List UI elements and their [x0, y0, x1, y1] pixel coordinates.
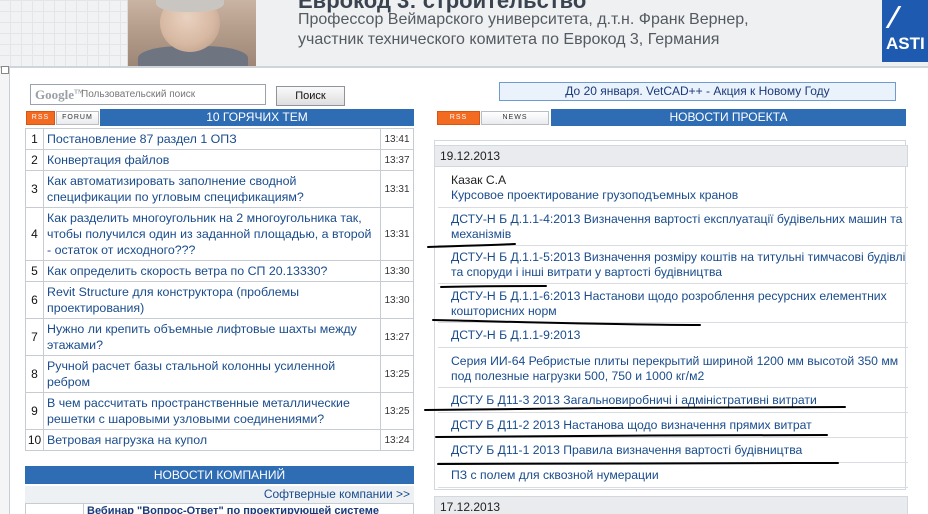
list-item[interactable]: ПЗ с полем для сквозной нумерации: [438, 463, 908, 488]
logo-mark-icon: [885, 6, 928, 28]
banner-portrait-photo: [128, 0, 256, 66]
row-number: 9: [25, 392, 44, 430]
table-row: 1 Постановление 87 раздел 1 ОПЗ 13:41: [25, 128, 414, 150]
row-number: 10: [25, 429, 44, 451]
project-news-header: НОВОСТИ ПРОЕКТА: [551, 109, 906, 126]
software-companies-link[interactable]: Софтверные компании >>: [25, 486, 414, 503]
news-link[interactable]: Серия ИИ-64 Ребристые плиты перекрытий ш…: [451, 354, 908, 384]
list-item[interactable]: ДСТУ Б Д11-3 2013 Загальновиробничі і ад…: [438, 388, 908, 413]
topic-time: 13:30: [380, 260, 414, 282]
topic-time: 13:31: [380, 207, 414, 261]
table-row: 2 Конвертация файлов 13:37: [25, 149, 414, 171]
topic-time: 13:25: [380, 392, 414, 430]
list-item[interactable]: Серия ИИ-64 Ребристые плиты перекрытий ш…: [438, 348, 908, 388]
hot-topics-rss-button[interactable]: RSS: [26, 111, 55, 125]
topic-time: 13:30: [380, 281, 414, 319]
left-frame-bar: [0, 68, 10, 514]
topic-time: 13:31: [380, 170, 414, 208]
news-link[interactable]: ДСТУ Б Д11-1 2013 Правила визначення вар…: [451, 443, 908, 458]
news-link[interactable]: ДСТУ-Н Б Д.1.1-6:2013 Настанови щодо роз…: [451, 289, 908, 319]
row-number: 7: [25, 318, 44, 356]
table-row: 8 Ручной расчет базы стальной колонны ус…: [25, 355, 414, 393]
banner-subtitle-line-2: участник технического комитета по Евроко…: [298, 31, 720, 48]
google-logo: GoogleTM: [35, 87, 84, 102]
project-news-news-button[interactable]: NEWS: [481, 111, 549, 125]
company-news-title[interactable]: Вебинар "Вопрос-Ответ" по проектирующей …: [87, 505, 379, 514]
company-news-item[interactable]: Вебинар "Вопрос-Ответ" по проектирующей …: [25, 503, 414, 514]
list-item[interactable]: ДСТУ-Н Б Д.1.1-4:2013 Визначення вартост…: [438, 208, 908, 246]
banner-fade: [256, 0, 296, 66]
row-number: 6: [25, 281, 44, 319]
row-number: 8: [25, 355, 44, 393]
topic-time: 13:25: [380, 355, 414, 393]
promo-link[interactable]: До 20 января. VetCAD++ - Акция к Новому …: [499, 82, 896, 101]
topic-time: 13:27: [380, 318, 414, 356]
topic-link[interactable]: Как автоматизировать заполнение сводной …: [43, 170, 381, 208]
row-number: 5: [25, 260, 44, 282]
banner-subtitle-line-1: Профессор Веймарского университета, д.т.…: [298, 11, 749, 28]
topic-link[interactable]: Ветровая нагрузка на купол: [43, 429, 381, 451]
topic-link[interactable]: Постановление 87 раздел 1 ОПЗ: [43, 128, 381, 150]
topic-link[interactable]: В чем рассчитать пространственные металл…: [43, 392, 381, 430]
topic-link[interactable]: Как разделить многоугольник на 2 многоуг…: [43, 207, 381, 261]
table-row: 6 Revit Structure для конструктора (проб…: [25, 281, 414, 319]
news-link[interactable]: ДСТУ-Н Б Д.1.1-5:2013 Визначення розміру…: [451, 250, 908, 280]
hot-topics-table: 1 Постановление 87 раздел 1 ОПЗ 13:41 2 …: [25, 128, 414, 451]
news-author: Казак С.А: [451, 173, 507, 187]
news-link[interactable]: Курсовое проектирование грузоподъемных к…: [451, 188, 908, 203]
topic-link[interactable]: Как определить скорость ветра по СП 20.1…: [43, 260, 381, 282]
row-number: 1: [25, 128, 44, 150]
search-placeholder: Пользовательский поиск: [81, 89, 196, 100]
topic-link[interactable]: Конвертация файлов: [43, 149, 381, 171]
search-button[interactable]: Поиск: [276, 86, 345, 106]
table-row: 4 Как разделить многоугольник на 2 много…: [25, 207, 414, 261]
hot-topics-forum-button[interactable]: FORUM: [56, 111, 99, 125]
banner-drawing-background: [0, 0, 128, 66]
topic-link[interactable]: Revit Structure для конструктора (пробле…: [43, 281, 381, 319]
topic-time: 13:24: [380, 429, 414, 451]
search-input[interactable]: GoogleTM Пользовательский поиск: [30, 84, 266, 105]
project-news-rss-button[interactable]: RSS: [437, 111, 480, 125]
list-item[interactable]: Казак С.А Курсовое проектирование грузоп…: [438, 170, 908, 208]
list-item[interactable]: ДСТУ Б Д11-1 2013 Правила визначення вар…: [438, 438, 908, 463]
hot-topics-header: 10 ГОРЯЧИХ ТЕМ: [100, 109, 414, 126]
table-row: 7 Нужно ли крепить объемные лифтовые шах…: [25, 318, 414, 356]
row-number: 3: [25, 170, 44, 208]
table-row: 3 Как автоматизировать заполнение сводно…: [25, 170, 414, 208]
table-row: 9 В чем рассчитать пространственные мета…: [25, 392, 414, 430]
company-news-header: НОВОСТИ КОМПАНИЙ: [25, 466, 414, 484]
topic-time: 13:41: [380, 128, 414, 150]
table-row: 10 Ветровая нагрузка на купол 13:24: [25, 429, 414, 451]
row-number: 2: [25, 149, 44, 171]
list-item[interactable]: ДСТУ-Н Б Д.1.1-5:2013 Визначення розміру…: [438, 246, 908, 284]
topic-link[interactable]: Ручной расчет базы стальной колонны усил…: [43, 355, 381, 393]
news-link[interactable]: ПЗ с полем для сквозной нумерации: [451, 468, 908, 483]
news-link[interactable]: ДСТУ Б Д11-3 2013 Загальновиробничі і ад…: [451, 393, 908, 408]
company-news-thumbnail: [26, 504, 84, 514]
news-link[interactable]: ДСТУ Б Д11-2 2013 Настанова щодо визначе…: [451, 418, 908, 433]
frame-corner-handle: [1, 66, 9, 74]
topic-link[interactable]: Нужно ли крепить объемные лифтовые шахты…: [43, 318, 381, 356]
news-date-header: 17.12.2013: [434, 496, 908, 514]
list-item[interactable]: ДСТУ-Н Б Д.1.1-9:2013: [438, 323, 908, 348]
list-item[interactable]: ДСТУ Б Д11-2 2013 Настанова щодо визначе…: [438, 413, 908, 438]
table-row: 5 Как определить скорость ветра по СП 20…: [25, 260, 414, 282]
news-link[interactable]: ДСТУ-Н Б Д.1.1-9:2013: [451, 328, 908, 343]
list-item[interactable]: ДСТУ-Н Б Д.1.1-6:2013 Настанови щодо роз…: [438, 284, 908, 323]
topic-time: 13:37: [380, 149, 414, 171]
logo-text: ASTI: [886, 34, 925, 53]
news-date-header: 19.12.2013: [434, 145, 908, 167]
banner-logo[interactable]: ASTI: [882, 0, 928, 62]
news-link[interactable]: ДСТУ-Н Б Д.1.1-4:2013 Визначення вартост…: [451, 212, 908, 242]
top-banner[interactable]: Еврокод 3: строительство Профессор Вейма…: [0, 0, 928, 66]
row-number: 4: [25, 207, 44, 261]
